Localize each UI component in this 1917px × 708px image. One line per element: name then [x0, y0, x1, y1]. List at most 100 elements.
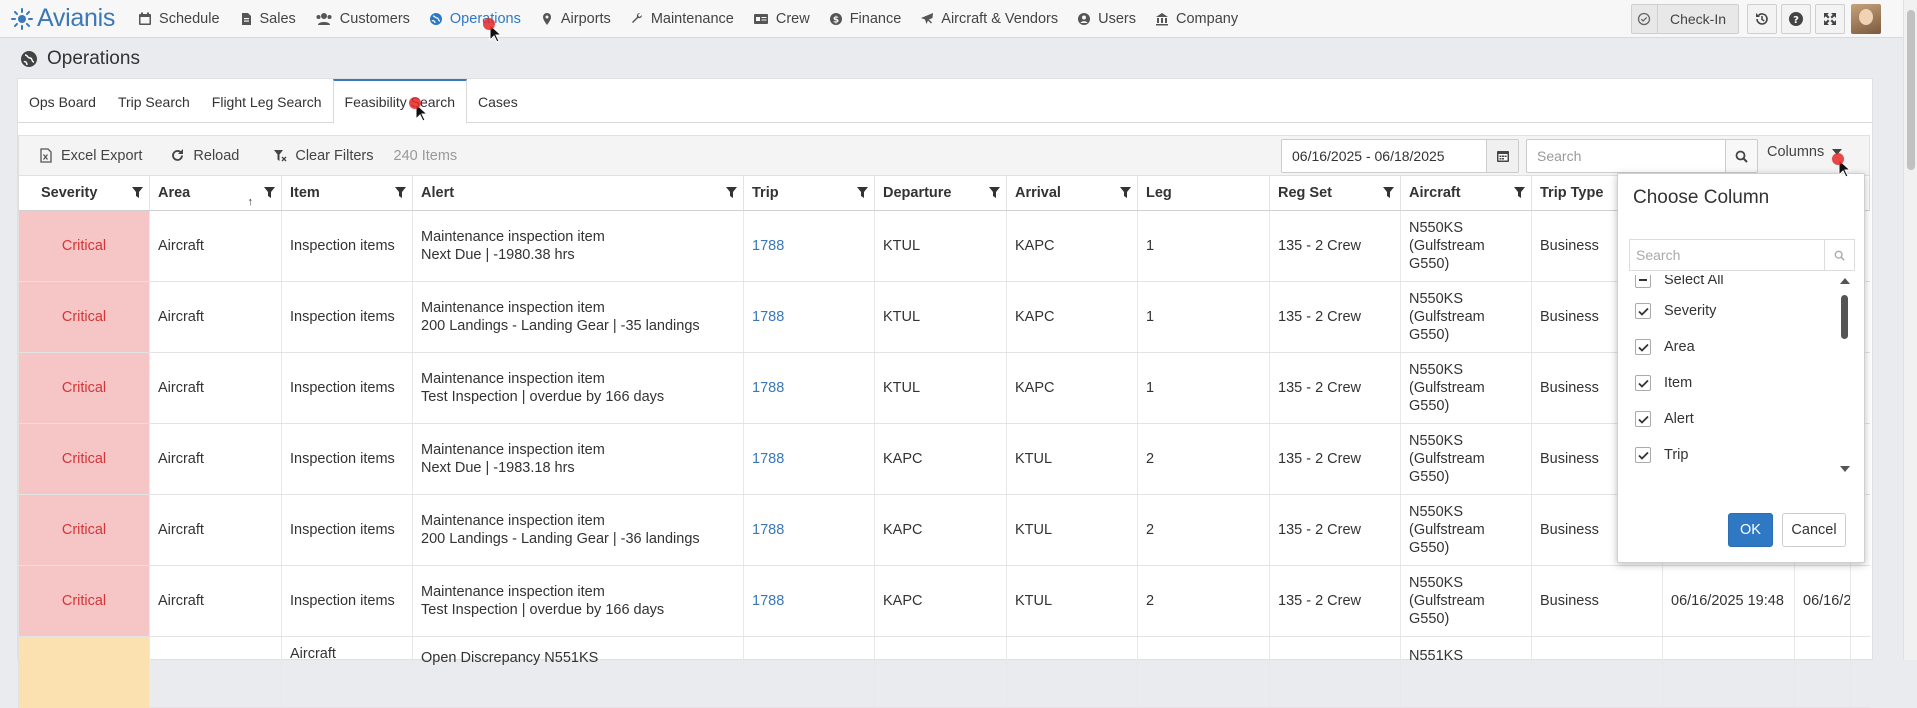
check-in-button[interactable]: Check-In	[1630, 4, 1739, 34]
partial-checkbox[interactable]	[1635, 275, 1651, 288]
cancel-button[interactable]: Cancel	[1782, 513, 1846, 547]
nav-aircraft-vendors[interactable]: Aircraft & Vendors	[911, 0, 1068, 38]
item-cell: Inspection items	[282, 424, 413, 494]
column-header-area[interactable]: Area ↑	[150, 176, 282, 210]
tab-flight-leg-search[interactable]: Flight Leg Search	[201, 79, 333, 123]
trip-link[interactable]: 1788	[752, 237, 874, 255]
table-row[interactable]: Critical Aircraft Inspection items Maint…	[18, 566, 1870, 637]
scroll-down-icon[interactable]	[1840, 466, 1850, 472]
nav-customers[interactable]: Customers	[306, 0, 420, 38]
column-header-arrival[interactable]: Arrival	[1007, 176, 1138, 210]
avianis-logo[interactable]: Avianis	[10, 4, 115, 33]
tab-cases[interactable]: Cases	[467, 79, 529, 123]
arrival-cell: KTUL	[1007, 424, 1138, 494]
tab-ops-board[interactable]: Ops Board	[18, 79, 107, 123]
column-header-item[interactable]: Item	[282, 176, 413, 210]
page-scrollbar[interactable]	[1903, 0, 1917, 660]
column-header-departure[interactable]: Departure	[875, 176, 1007, 210]
tab-feasibility-search[interactable]: Feasibility Search	[332, 79, 468, 124]
nav-crew[interactable]: Crew	[744, 0, 820, 38]
column-header-aircraft[interactable]: Aircraft	[1401, 176, 1532, 210]
column-option-trip[interactable]: Trip	[1629, 437, 1835, 473]
checkbox[interactable]	[1635, 411, 1651, 427]
columns-button[interactable]: Columns	[1767, 144, 1843, 160]
nav-finance[interactable]: $ Finance	[820, 0, 912, 38]
nav-airports[interactable]: Airports	[531, 0, 621, 38]
checkbox[interactable]	[1635, 447, 1651, 463]
page-scrollbar-thumb[interactable]	[1907, 10, 1915, 170]
table-row[interactable]: Critical Aircraft Inspection items Maint…	[18, 424, 1870, 495]
column-header-leg[interactable]: Leg	[1138, 176, 1270, 210]
trip-cell: 1788	[744, 353, 875, 423]
clear-filters-button[interactable]: Clear Filters	[263, 148, 383, 164]
nav-schedule[interactable]: Schedule	[129, 0, 229, 38]
help-button[interactable]: ?	[1781, 4, 1811, 34]
help-icon: ?	[1789, 12, 1803, 26]
table-row[interactable]: Aircraft Open Discrepancy N551KS N551KS	[18, 637, 1870, 708]
arrival-cell	[1007, 637, 1138, 708]
column-option-item[interactable]: Item	[1629, 365, 1835, 401]
check-icon	[1637, 415, 1649, 424]
filter-icon[interactable]	[989, 187, 1000, 198]
trip-link[interactable]: 1788	[752, 450, 874, 468]
column-option-severity[interactable]: Severity	[1629, 293, 1835, 329]
trip-link[interactable]: 1788	[752, 379, 874, 397]
column-header-reg-set[interactable]: Reg Set	[1270, 176, 1401, 210]
filter-icon[interactable]	[264, 187, 275, 198]
filter-icon[interactable]	[395, 187, 406, 198]
ok-button[interactable]: OK	[1728, 513, 1773, 547]
alert-cell: Open Discrepancy N551KS	[413, 637, 744, 667]
column-option-area[interactable]: Area	[1629, 329, 1835, 365]
checkbox[interactable]	[1635, 375, 1651, 391]
table-row[interactable]: Critical Aircraft Inspection items Maint…	[18, 495, 1870, 566]
arrival-cell: KAPC	[1007, 282, 1138, 352]
filter-icon[interactable]	[1383, 187, 1394, 198]
fullscreen-button[interactable]	[1815, 4, 1845, 34]
map-pin-icon	[542, 12, 551, 25]
trip-link[interactable]: 1788	[752, 521, 874, 539]
item-cell: Aircraft	[282, 637, 413, 663]
excel-export-button[interactable]: Excel Export	[29, 148, 152, 164]
table-row[interactable]: Critical Aircraft Inspection items Maint…	[18, 353, 1870, 424]
calendar-button[interactable]	[1486, 140, 1518, 172]
avatar[interactable]	[1851, 4, 1881, 34]
search-button[interactable]	[1725, 140, 1757, 172]
reload-button[interactable]: Reload	[160, 148, 249, 164]
scroll-up-icon[interactable]	[1840, 278, 1850, 284]
trip-link[interactable]: 1788	[752, 592, 874, 610]
table-row[interactable]: Critical Aircraft Inspection items Maint…	[18, 211, 1870, 282]
filter-icon[interactable]	[857, 187, 868, 198]
column-header-alert[interactable]: Alert	[413, 176, 744, 210]
column-list-scrollbar[interactable]	[1838, 275, 1852, 475]
tab-trip-search[interactable]: Trip Search	[107, 79, 201, 123]
search-button[interactable]	[1824, 240, 1854, 270]
nav-users[interactable]: Users	[1068, 0, 1146, 38]
departure-cell: KTUL	[875, 353, 1007, 423]
feasibility-grid: Severity Area ↑ Item Alert Trip Departure…	[18, 175, 1870, 708]
column-option-alert[interactable]: Alert	[1629, 401, 1835, 437]
nav-maintenance[interactable]: Maintenance	[621, 0, 744, 38]
table-row[interactable]: Critical Aircraft Inspection items Maint…	[18, 282, 1870, 353]
nav-sales[interactable]: Sales	[230, 0, 306, 38]
nav-company[interactable]: Company	[1146, 0, 1248, 38]
filter-icon[interactable]	[726, 187, 737, 198]
column-search-input[interactable]	[1630, 240, 1824, 270]
history-button[interactable]	[1747, 4, 1777, 34]
scrollbar-thumb[interactable]	[1841, 295, 1848, 339]
departure-cell	[875, 637, 1007, 708]
column-option-select-all[interactable]: Select All	[1629, 275, 1835, 293]
severity-cell: Critical	[19, 353, 150, 423]
trip-link[interactable]: 1788	[752, 308, 874, 326]
grid-search-input[interactable]	[1527, 140, 1725, 172]
column-list: Select All Severity Area Item Alert Trip	[1629, 275, 1835, 477]
filter-icon[interactable]	[1514, 187, 1525, 198]
nav-operations[interactable]: Operations	[420, 0, 531, 38]
checkbox[interactable]	[1635, 303, 1651, 319]
date-cell-2	[1795, 637, 1851, 708]
column-header-trip[interactable]: Trip	[744, 176, 875, 210]
date-range-picker[interactable]: 06/16/2025 - 06/18/2025	[1281, 139, 1519, 173]
column-header-severity[interactable]: Severity	[19, 176, 150, 210]
filter-icon[interactable]	[1120, 187, 1131, 198]
filter-icon[interactable]	[132, 187, 143, 198]
checkbox[interactable]	[1635, 339, 1651, 355]
